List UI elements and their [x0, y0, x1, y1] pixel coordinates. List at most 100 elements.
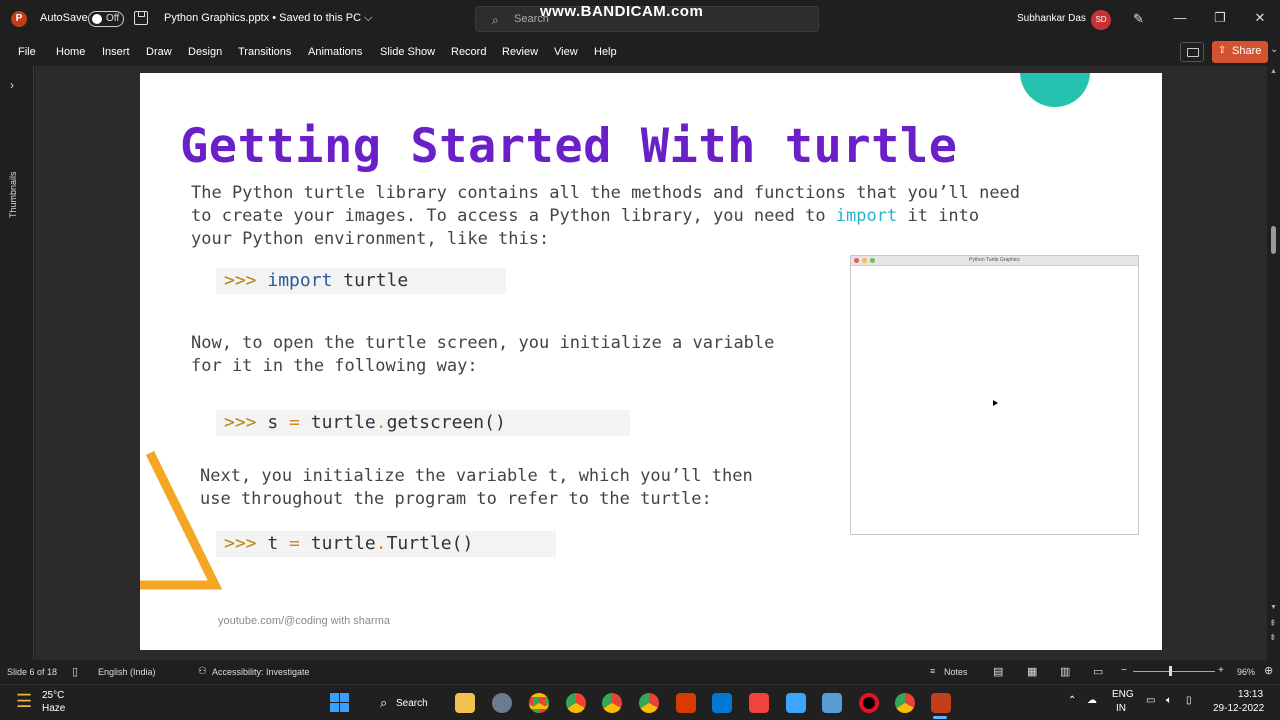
para2-line2: for it in the following way:: [191, 356, 478, 376]
chrome-icon[interactable]: [529, 693, 549, 713]
slide-title[interactable]: Getting Started With turtle: [180, 119, 958, 174]
chrome-icon[interactable]: [639, 693, 659, 713]
turtle-window-image[interactable]: Python Turtle Graphics: [850, 255, 1139, 535]
chrome-icon[interactable]: [895, 693, 915, 713]
vertical-scrollbar[interactable]: ▲ ▼ ⇞ ⇟: [1267, 66, 1280, 660]
settings-icon[interactable]: [492, 693, 512, 713]
accessibility-status[interactable]: Accessibility: Investigate: [212, 667, 310, 677]
normal-view-icon[interactable]: ▤: [993, 665, 1003, 678]
next-slide-icon[interactable]: ⇟: [1269, 632, 1277, 643]
tab-view[interactable]: View: [554, 46, 578, 58]
clock-time[interactable]: 13:13: [1238, 689, 1263, 700]
slide-sorter-icon[interactable]: ▦: [1027, 665, 1037, 678]
language-ind-line2[interactable]: IN: [1116, 703, 1126, 714]
slideshow-icon[interactable]: ▭: [1093, 665, 1103, 678]
decorative-triangle: [140, 451, 223, 590]
code-operator: =: [289, 412, 300, 433]
tab-design[interactable]: Design: [188, 46, 222, 58]
volume-icon[interactable]: 🔈︎: [1166, 695, 1172, 706]
windows-start-icon[interactable]: [330, 693, 349, 712]
tray-overflow-icon[interactable]: ⌃: [1068, 695, 1076, 706]
close-button[interactable]: ✕: [1250, 10, 1270, 26]
tab-file[interactable]: File: [18, 46, 36, 58]
footer-note[interactable]: youtube.com/@coding with sharma: [218, 615, 390, 627]
chrome-icon[interactable]: [602, 693, 622, 713]
thumbnails-expand-icon[interactable]: ›: [10, 78, 14, 92]
tab-transitions[interactable]: Transitions: [238, 46, 291, 58]
user-name[interactable]: Subhankar Das: [1017, 13, 1086, 24]
record-icon[interactable]: [859, 693, 879, 713]
scroll-down-icon[interactable]: ▼: [1270, 604, 1277, 611]
code-prompt: >>>: [224, 533, 268, 554]
chrome-profile-icon[interactable]: [566, 693, 586, 713]
weather-condition[interactable]: Haze: [42, 703, 65, 714]
file-explorer-icon[interactable]: [455, 693, 475, 713]
tab-record[interactable]: Record: [451, 46, 486, 58]
turtle-arrow-icon: [993, 400, 998, 406]
windows-taskbar: ☰ 25°C Haze ⌕ Search ⌃ ☁ ENG IN ▭ 🔈︎ ▯ 1…: [0, 684, 1280, 720]
paragraph-1[interactable]: The Python turtle library contains all t…: [191, 182, 1020, 251]
photos-icon[interactable]: [822, 693, 842, 713]
para2-line1: Now, to open the turtle screen, you init…: [191, 333, 775, 353]
turtle-window-titlebar: Python Turtle Graphics: [851, 256, 1138, 266]
document-filename[interactable]: Python Graphics.pptx • Saved to this PC …: [164, 12, 372, 25]
tab-home[interactable]: Home: [56, 46, 85, 58]
share-button[interactable]: ⇪ Share: [1212, 41, 1268, 63]
thumbnails-label[interactable]: Thumbnails: [8, 171, 18, 218]
cloud-icon[interactable]: ☁: [1087, 695, 1097, 706]
title-bar: P AutoSave Off Python Graphics.pptx • Sa…: [0, 0, 1280, 38]
zoom-level[interactable]: 96%: [1237, 667, 1255, 677]
comments-button[interactable]: [1180, 42, 1204, 62]
vscode-icon[interactable]: [712, 693, 732, 713]
language-indicator[interactable]: English (India): [98, 667, 156, 677]
notepad-icon[interactable]: [786, 693, 806, 713]
clock-date[interactable]: 29-12-2022: [1213, 703, 1264, 714]
tab-slide-show[interactable]: Slide Show: [380, 46, 435, 58]
tab-animations[interactable]: Animations: [308, 46, 362, 58]
taskbar-search-label: Search: [396, 698, 428, 709]
anydesk-icon[interactable]: [749, 693, 769, 713]
weather-temperature[interactable]: 25°C: [42, 690, 64, 701]
office-icon[interactable]: [676, 693, 696, 713]
spellcheck-icon[interactable]: ▯: [72, 665, 78, 678]
code-block-getscreen[interactable]: >>> s = turtle.getscreen(): [216, 410, 630, 436]
para1-line1: The Python turtle library contains all t…: [191, 183, 1021, 203]
code-block-turtle[interactable]: >>> t = turtle.Turtle(): [216, 531, 556, 557]
weather-haze-icon[interactable]: ☰: [16, 691, 32, 712]
powerpoint-icon[interactable]: [931, 693, 951, 713]
tab-draw[interactable]: Draw: [146, 46, 172, 58]
restore-button[interactable]: ❐: [1210, 10, 1230, 26]
para1-line2a: to create your images. To access a Pytho…: [191, 206, 836, 226]
zoom-out-icon[interactable]: −: [1121, 665, 1127, 676]
slide-counter[interactable]: Slide 6 of 18: [7, 667, 57, 677]
notes-button[interactable]: Notes: [944, 667, 968, 677]
taskbar-search-button[interactable]: ⌕ Search: [370, 689, 436, 717]
minimize-button[interactable]: —: [1170, 10, 1190, 25]
designer-pen-icon[interactable]: ✎: [1133, 11, 1144, 27]
code-prompt: >>>: [224, 270, 268, 291]
zoom-in-icon[interactable]: +: [1218, 665, 1224, 676]
zoom-slider[interactable]: [1133, 671, 1215, 672]
ribbon-collapse-icon[interactable]: ⌄: [1270, 44, 1278, 55]
monitor-icon[interactable]: ▭: [1146, 695, 1155, 706]
slide-canvas[interactable]: Getting Started With turtle The Python t…: [140, 73, 1162, 650]
battery-icon[interactable]: ▯: [1186, 695, 1192, 706]
previous-slide-icon[interactable]: ⇞: [1269, 618, 1277, 629]
scrollbar-thumb[interactable]: [1271, 226, 1276, 254]
tab-help[interactable]: Help: [594, 46, 617, 58]
fit-to-window-icon[interactable]: ⊕: [1264, 664, 1273, 677]
code-block-import[interactable]: >>> import turtle: [216, 268, 506, 294]
paragraph-3[interactable]: Next, you initialize the variable t, whi…: [200, 465, 753, 511]
reading-view-icon[interactable]: ▥: [1060, 665, 1070, 678]
tab-insert[interactable]: Insert: [102, 46, 130, 58]
autosave-toggle[interactable]: Off: [88, 11, 124, 27]
scroll-up-icon[interactable]: ▲: [1270, 68, 1277, 75]
language-ind-line1[interactable]: ENG: [1112, 689, 1134, 700]
save-icon[interactable]: [134, 11, 148, 25]
active-app-indicator: [933, 716, 947, 719]
paragraph-2[interactable]: Now, to open the turtle screen, you init…: [191, 332, 774, 378]
tab-review[interactable]: Review: [502, 46, 538, 58]
avatar[interactable]: SD: [1091, 10, 1111, 30]
search-icon: ⌕: [380, 695, 388, 710]
zoom-slider-knob[interactable]: [1169, 666, 1172, 676]
